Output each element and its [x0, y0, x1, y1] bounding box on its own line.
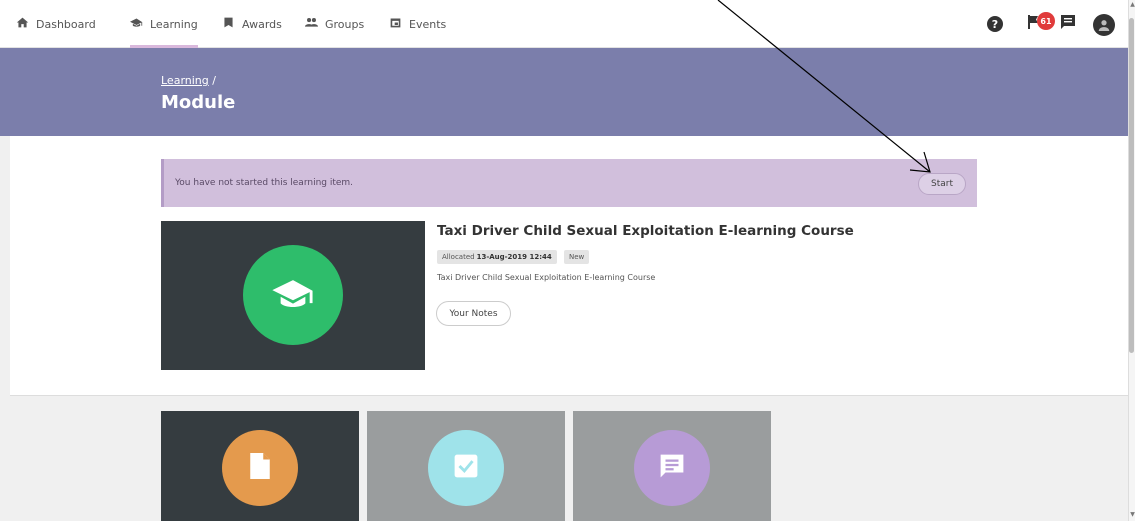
document-icon [247, 451, 273, 485]
nav-learning[interactable]: Learning [130, 0, 198, 48]
user-avatar[interactable] [1093, 14, 1115, 36]
tile-documents-circle [222, 430, 298, 506]
groups-icon [305, 16, 318, 32]
course-title: Taxi Driver Child Sexual Exploitation E-… [437, 223, 854, 239]
scroll-up-icon[interactable]: ▲ [1129, 1, 1135, 8]
course-icon-circle [243, 245, 343, 345]
nav-dashboard[interactable]: Dashboard [16, 0, 96, 48]
help-button[interactable]: ? [985, 14, 1005, 34]
status-message: You have not started this learning item. [175, 178, 354, 188]
nav-awards[interactable]: Awards [222, 0, 282, 48]
breadcrumb: Learning / [161, 74, 216, 87]
status-tag: New [564, 250, 590, 264]
comment-icon [659, 453, 685, 483]
chat-icon [1060, 14, 1076, 34]
allocated-tag: Allocated 13-Aug-2019 12:44 [437, 250, 557, 264]
messages-button[interactable] [1058, 14, 1078, 34]
top-navigation: Dashboard Learning Awards Groups Events … [0, 0, 1128, 48]
tile-quiz-circle [428, 430, 504, 506]
your-notes-button[interactable]: Your Notes [436, 301, 511, 326]
checkbox-icon [453, 453, 479, 483]
user-icon [1098, 16, 1110, 35]
tile-comments-circle [634, 430, 710, 506]
graduation-cap-icon [270, 270, 316, 320]
notifications-badge: 61 [1037, 12, 1055, 30]
page-title: Module [161, 92, 236, 113]
scroll-down-icon[interactable]: ▼ [1129, 511, 1135, 518]
home-icon [16, 16, 29, 32]
start-button[interactable]: Start [918, 173, 966, 195]
nav-groups[interactable]: Groups [305, 0, 364, 48]
course-description: Taxi Driver Child Sexual Exploitation E-… [437, 273, 656, 282]
breadcrumb-learning-link[interactable]: Learning [161, 74, 209, 87]
scroll-thumb[interactable] [1129, 18, 1134, 353]
help-icon: ? [987, 16, 1003, 32]
nav-events[interactable]: Events [389, 0, 446, 48]
calendar-icon [389, 16, 402, 32]
breadcrumb-separator: / [212, 74, 216, 87]
graduation-cap-icon [130, 16, 143, 32]
allocated-date: 13-Aug-2019 12:44 [476, 253, 552, 261]
award-icon [222, 16, 235, 32]
page-scrollbar[interactable]: ▲ ▼ [1128, 0, 1135, 521]
